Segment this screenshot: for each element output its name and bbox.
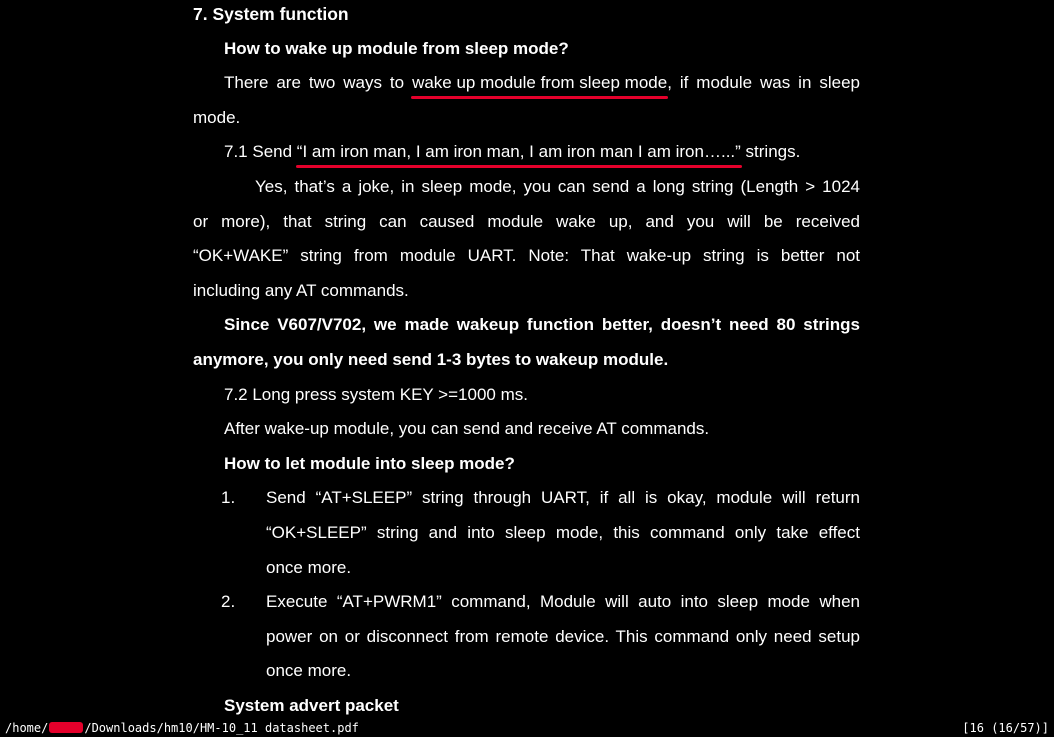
path-prefix: /home/ (5, 721, 49, 735)
paragraph-joke-line2: or more), that string can caused module … (193, 211, 860, 231)
paragraph-joke-line1: Yes, that’s a joke, in sleep mode, you c… (255, 176, 860, 196)
paragraph-7-1: 7.1 Send “I am iron man, I am iron man, … (193, 135, 860, 170)
subheading-wake-up: How to wake up module from sleep mode? (224, 38, 569, 58)
list-text: Send “AT+SLEEP” string through UART, if … (266, 488, 860, 508)
paragraph-text: There are two ways to (224, 73, 413, 93)
paragraph-joke-line3: “OK+WAKE” string from module UART. Note:… (193, 246, 860, 266)
path-suffix: /Downloads/hm10/HM-10_11 datasheet.pdf (84, 721, 359, 735)
list-number: 2. (221, 592, 236, 612)
list-text: once more. (266, 557, 352, 577)
paragraph-after-wakeup: After wake-up module, you can send and r… (224, 419, 710, 439)
paragraph-v607-line1: Since V607/V702, we made wakeup function… (224, 315, 860, 335)
file-path: /home/ /Downloads/hm10/HM-10_11 datasheet… (5, 719, 359, 737)
list-number: 1. (221, 488, 236, 508)
status-bar: /home/ /Downloads/hm10/HM-10_11 datasheet… (0, 719, 1054, 737)
pdf-page-content: 7. System function How to wake up module… (193, 0, 860, 723)
section-heading: 7. System function (193, 4, 349, 24)
underlined-phrase: “I am iron man, I am iron man, I am iron… (295, 135, 742, 170)
list-item: 1. Send “AT+SLEEP” string through UART, … (193, 481, 860, 585)
redaction-mark (49, 722, 84, 733)
underlined-phrase: wake up module from sleep mode (411, 66, 669, 101)
list-text: “OK+SLEEP” string and into sleep mode, t… (266, 522, 860, 542)
list-text: power on or disconnect from remote devic… (266, 626, 860, 646)
subheading-sleep-mode: How to let module into sleep mode? (224, 453, 515, 473)
paragraph-7-2: 7.2 Long press system KEY >=1000 ms. (224, 384, 528, 404)
paragraph-text: , if module was in sleep (667, 73, 860, 93)
list-item: 2. Execute “AT+PWRM1” command, Module wi… (193, 585, 860, 689)
paragraph-text: 7.1 Send (224, 142, 297, 162)
list-text: Execute “AT+PWRM1” command, Module will … (266, 592, 860, 612)
page-indicator: [16 (16/57)] (962, 721, 1049, 735)
paragraph-text: strings. (740, 142, 801, 162)
paragraph-two-ways-cont: mode. (193, 107, 241, 127)
list-text: once more. (266, 661, 352, 681)
paragraph-v607-line2: anymore, you only need send 1-3 bytes to… (193, 349, 669, 369)
paragraph-two-ways: There are two ways to wake up module fro… (193, 66, 860, 101)
paragraph-joke-line4: including any AT commands. (193, 280, 409, 300)
